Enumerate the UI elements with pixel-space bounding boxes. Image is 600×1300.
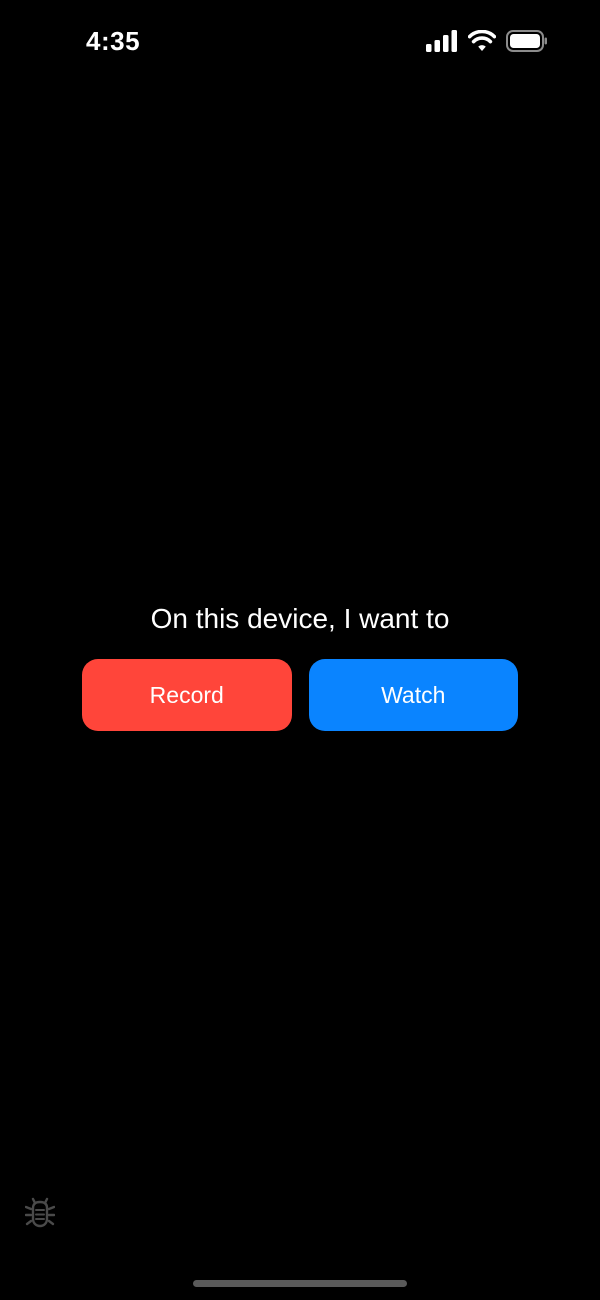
wifi-icon <box>468 30 496 52</box>
prompt-text: On this device, I want to <box>150 603 450 634</box>
home-indicator[interactable] <box>193 1280 407 1287</box>
choice-buttons: Record Watch <box>82 659 518 731</box>
cellular-signal-icon <box>426 30 458 52</box>
status-icons <box>426 28 548 54</box>
bug-icon <box>24 1196 56 1233</box>
status-bar: 4:35 <box>0 0 600 84</box>
battery-icon <box>506 30 548 52</box>
record-button[interactable]: Record <box>82 659 292 731</box>
watch-button[interactable]: Watch <box>308 659 518 731</box>
debug-button[interactable] <box>24 1196 56 1233</box>
status-time: 4:35 <box>86 26 141 56</box>
